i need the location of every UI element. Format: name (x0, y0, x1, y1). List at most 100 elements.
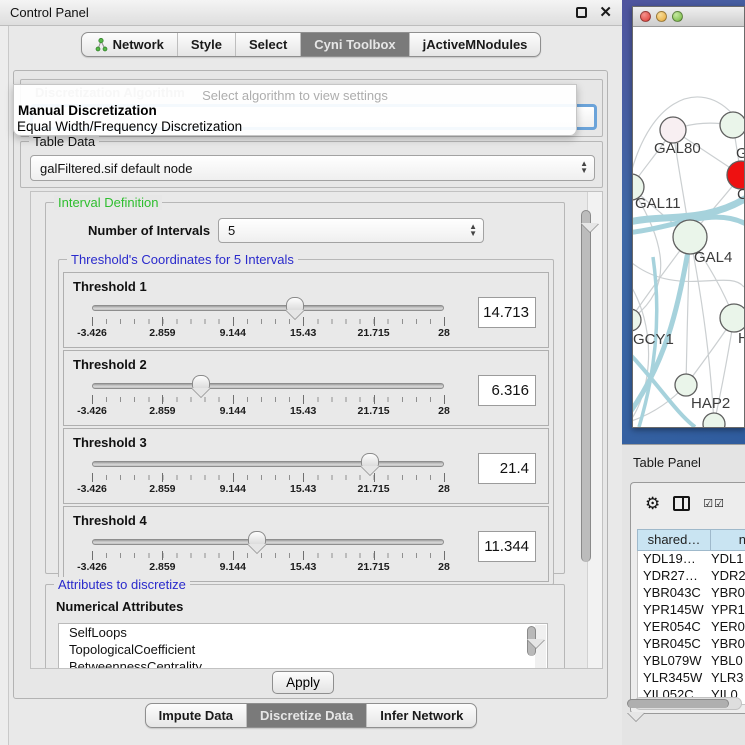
bottom-tabbar: Impute Data Discretize Data Infer Networ… (0, 703, 622, 728)
tab-cyni-toolbox[interactable]: Cyni Toolbox (301, 33, 409, 56)
list-item[interactable]: SelfLoops (59, 624, 547, 641)
node-right[interactable] (720, 304, 744, 332)
threshold-3-thumb[interactable] (361, 453, 379, 466)
table-panel-toolbar: ⚙ ☑☑ (631, 483, 745, 523)
panel-title: Control Panel (10, 5, 576, 20)
table-row[interactable]: YBR045CYBR0 (638, 636, 745, 653)
top-tabbar: Network Style Select Cyni Toolbox jActiv… (0, 32, 622, 57)
panel-splitter[interactable] (0, 26, 9, 745)
threshold-2-value[interactable]: 6.316 (478, 375, 536, 406)
table-row[interactable]: YBR043CYBR0 (638, 585, 745, 602)
cyni-toolbox-pane: Discretization Algorithm Table Data galF… (13, 70, 608, 699)
network-view-window[interactable]: GAL80 GA C GAL11 GAL4 GCY1 H HAP2 (632, 6, 745, 428)
threshold-4-slider[interactable]: -3.426 2.859 9.144 15.43 21.715 28 (92, 533, 444, 573)
threshold-2-thumb[interactable] (192, 375, 210, 388)
checkbox-icons[interactable]: ☑☑ (703, 497, 725, 510)
node-label: GAL11 (635, 195, 681, 212)
menu-item-equal-width-frequency[interactable]: Equal Width/Frequency Discretization (17, 119, 242, 134)
threshold-4-box: Threshold 4 -3.426 2.859 9.144 15.43 21.… (63, 506, 549, 582)
table-body: YDL19…YDL1 YDR27…YDR2 YBR043CYBR0 YPR145… (637, 551, 745, 705)
threshold-3-value[interactable]: 21.4 (478, 453, 536, 484)
minimize-traffic-light-icon[interactable] (656, 11, 667, 22)
threshold-4-value[interactable]: 11.344 (478, 531, 536, 562)
node-top-right[interactable] (720, 112, 744, 138)
column-header-shared-name[interactable]: shared… (637, 529, 711, 551)
threshold-1-thumb[interactable] (286, 297, 304, 310)
control-panel-titlebar: Control Panel ✕ (0, 0, 622, 26)
node-label: C (737, 186, 744, 203)
table-data-combobox[interactable]: galFiltered.sif default node ▲▼ (30, 155, 595, 181)
node-label: GAL4 (694, 249, 732, 266)
combo-spinner-icon: ▲▼ (580, 160, 588, 174)
threshold-2-label: Threshold 2 (73, 357, 147, 372)
settings-scroll-panel: Interval Definition Number of Intervals … (30, 191, 603, 669)
combo-spinner-icon: ▲▼ (469, 223, 477, 237)
table-row[interactable]: YBL079WYBL0 (638, 653, 745, 670)
node-table: shared… n YDL19…YDL1 YDR27…YDR2 YBR043CY… (637, 529, 745, 705)
threshold-3-slider[interactable]: -3.426 2.859 9.144 15.43 21.715 28 (92, 455, 444, 495)
table-row[interactable]: YPR145WYPR1 (638, 602, 745, 619)
columns-icon[interactable] (673, 496, 690, 511)
node-label: H (738, 330, 744, 347)
node-bottom[interactable] (703, 413, 725, 427)
cytoscape-desktop: GAL80 GA C GAL11 GAL4 GCY1 H HAP2 (622, 0, 745, 444)
list-item[interactable]: TopologicalCoefficient (59, 641, 547, 658)
list-scrollbar[interactable] (535, 625, 546, 669)
node-hap2[interactable] (675, 374, 697, 396)
table-row[interactable]: YLR345WYLR3 (638, 670, 745, 687)
thresholds-group-title: Threshold's Coordinates for 5 Intervals (67, 252, 298, 267)
interval-definition-title: Interval Definition (54, 195, 162, 210)
threshold-1-box: Threshold 1 -3.426 2.859 9.144 15.43 21.… (63, 272, 549, 348)
table-data-title: Table Data (29, 134, 99, 149)
app-root: Control Panel ✕ Network Style (0, 0, 745, 745)
table-panel-window: ⚙ ☑☑ shared… n YDL19…YDL1 YDR27…YDR2 YBR… (630, 482, 745, 714)
threshold-1-slider[interactable]: -3.426 2.859 9.144 15.43 21.715 28 (92, 299, 444, 339)
menu-item-manual-discretization[interactable]: Manual Discretization (18, 103, 157, 118)
threshold-3-box: Threshold 3 -3.426 2.859 9.144 15.43 21.… (63, 428, 549, 504)
tab-style[interactable]: Style (178, 33, 236, 56)
network-canvas[interactable]: GAL80 GA C GAL11 GAL4 GCY1 H HAP2 (633, 27, 744, 427)
table-header-row: shared… n (637, 529, 745, 551)
column-header-name[interactable]: n (711, 529, 745, 551)
numerical-attributes-label: Numerical Attributes (56, 599, 183, 614)
table-data-group: Table Data galFiltered.sif default node … (20, 141, 603, 188)
node-red[interactable] (727, 161, 744, 189)
tab-infer-network[interactable]: Infer Network (367, 704, 476, 727)
node-label: HAP2 (691, 395, 730, 412)
number-of-intervals-combobox[interactable]: 5 ▲▼ (218, 218, 484, 243)
attributes-group-title: Attributes to discretize (54, 577, 190, 592)
number-of-intervals-value: 5 (228, 223, 235, 238)
settings-vertical-scrollbar[interactable] (587, 192, 602, 668)
table-panel-section: Table Panel ⚙ ☑☑ shared… n YDL19…YDL1 YD… (622, 444, 745, 745)
tab-discretize-data[interactable]: Discretize Data (247, 704, 367, 727)
close-traffic-light-icon[interactable] (640, 11, 651, 22)
table-row[interactable]: YER054CYER0 (638, 619, 745, 636)
threshold-4-label: Threshold 4 (73, 513, 147, 528)
tab-network[interactable]: Network (82, 33, 178, 56)
table-row[interactable]: YDR27…YDR2 (638, 568, 745, 585)
table-row[interactable]: YDL19…YDL1 (638, 551, 745, 568)
threshold-1-value[interactable]: 14.713 (478, 297, 536, 328)
tab-impute-data[interactable]: Impute Data (146, 704, 247, 727)
threshold-3-label: Threshold 3 (73, 435, 147, 450)
table-data-value: galFiltered.sif default node (40, 161, 192, 176)
gear-icon[interactable]: ⚙ (645, 495, 660, 512)
tab-select[interactable]: Select (236, 33, 301, 56)
zoom-traffic-light-icon[interactable] (672, 11, 683, 22)
network-icon (95, 38, 108, 52)
node-label: GAL80 (654, 140, 701, 157)
node-label: GA (736, 145, 744, 162)
close-icon[interactable]: ✕ (599, 7, 612, 18)
float-window-icon[interactable] (576, 7, 587, 18)
threshold-1-label: Threshold 1 (73, 279, 147, 294)
table-horizontal-scrollbar[interactable] (634, 697, 742, 710)
attributes-group: Attributes to discretize Numerical Attri… (45, 584, 565, 669)
list-item[interactable]: BetweennessCentrality (59, 658, 547, 669)
threshold-4-thumb[interactable] (248, 531, 266, 544)
numerical-attributes-list[interactable]: SelfLoops TopologicalCoefficient Between… (58, 623, 548, 669)
apply-button[interactable]: Apply (272, 671, 334, 694)
tab-jactivemnodules[interactable]: jActiveMNodules (410, 33, 541, 56)
network-window-titlebar[interactable] (633, 7, 744, 27)
number-of-intervals-label: Number of Intervals (88, 223, 210, 238)
threshold-2-slider[interactable]: -3.426 2.859 9.144 15.43 21.715 28 (92, 377, 444, 417)
